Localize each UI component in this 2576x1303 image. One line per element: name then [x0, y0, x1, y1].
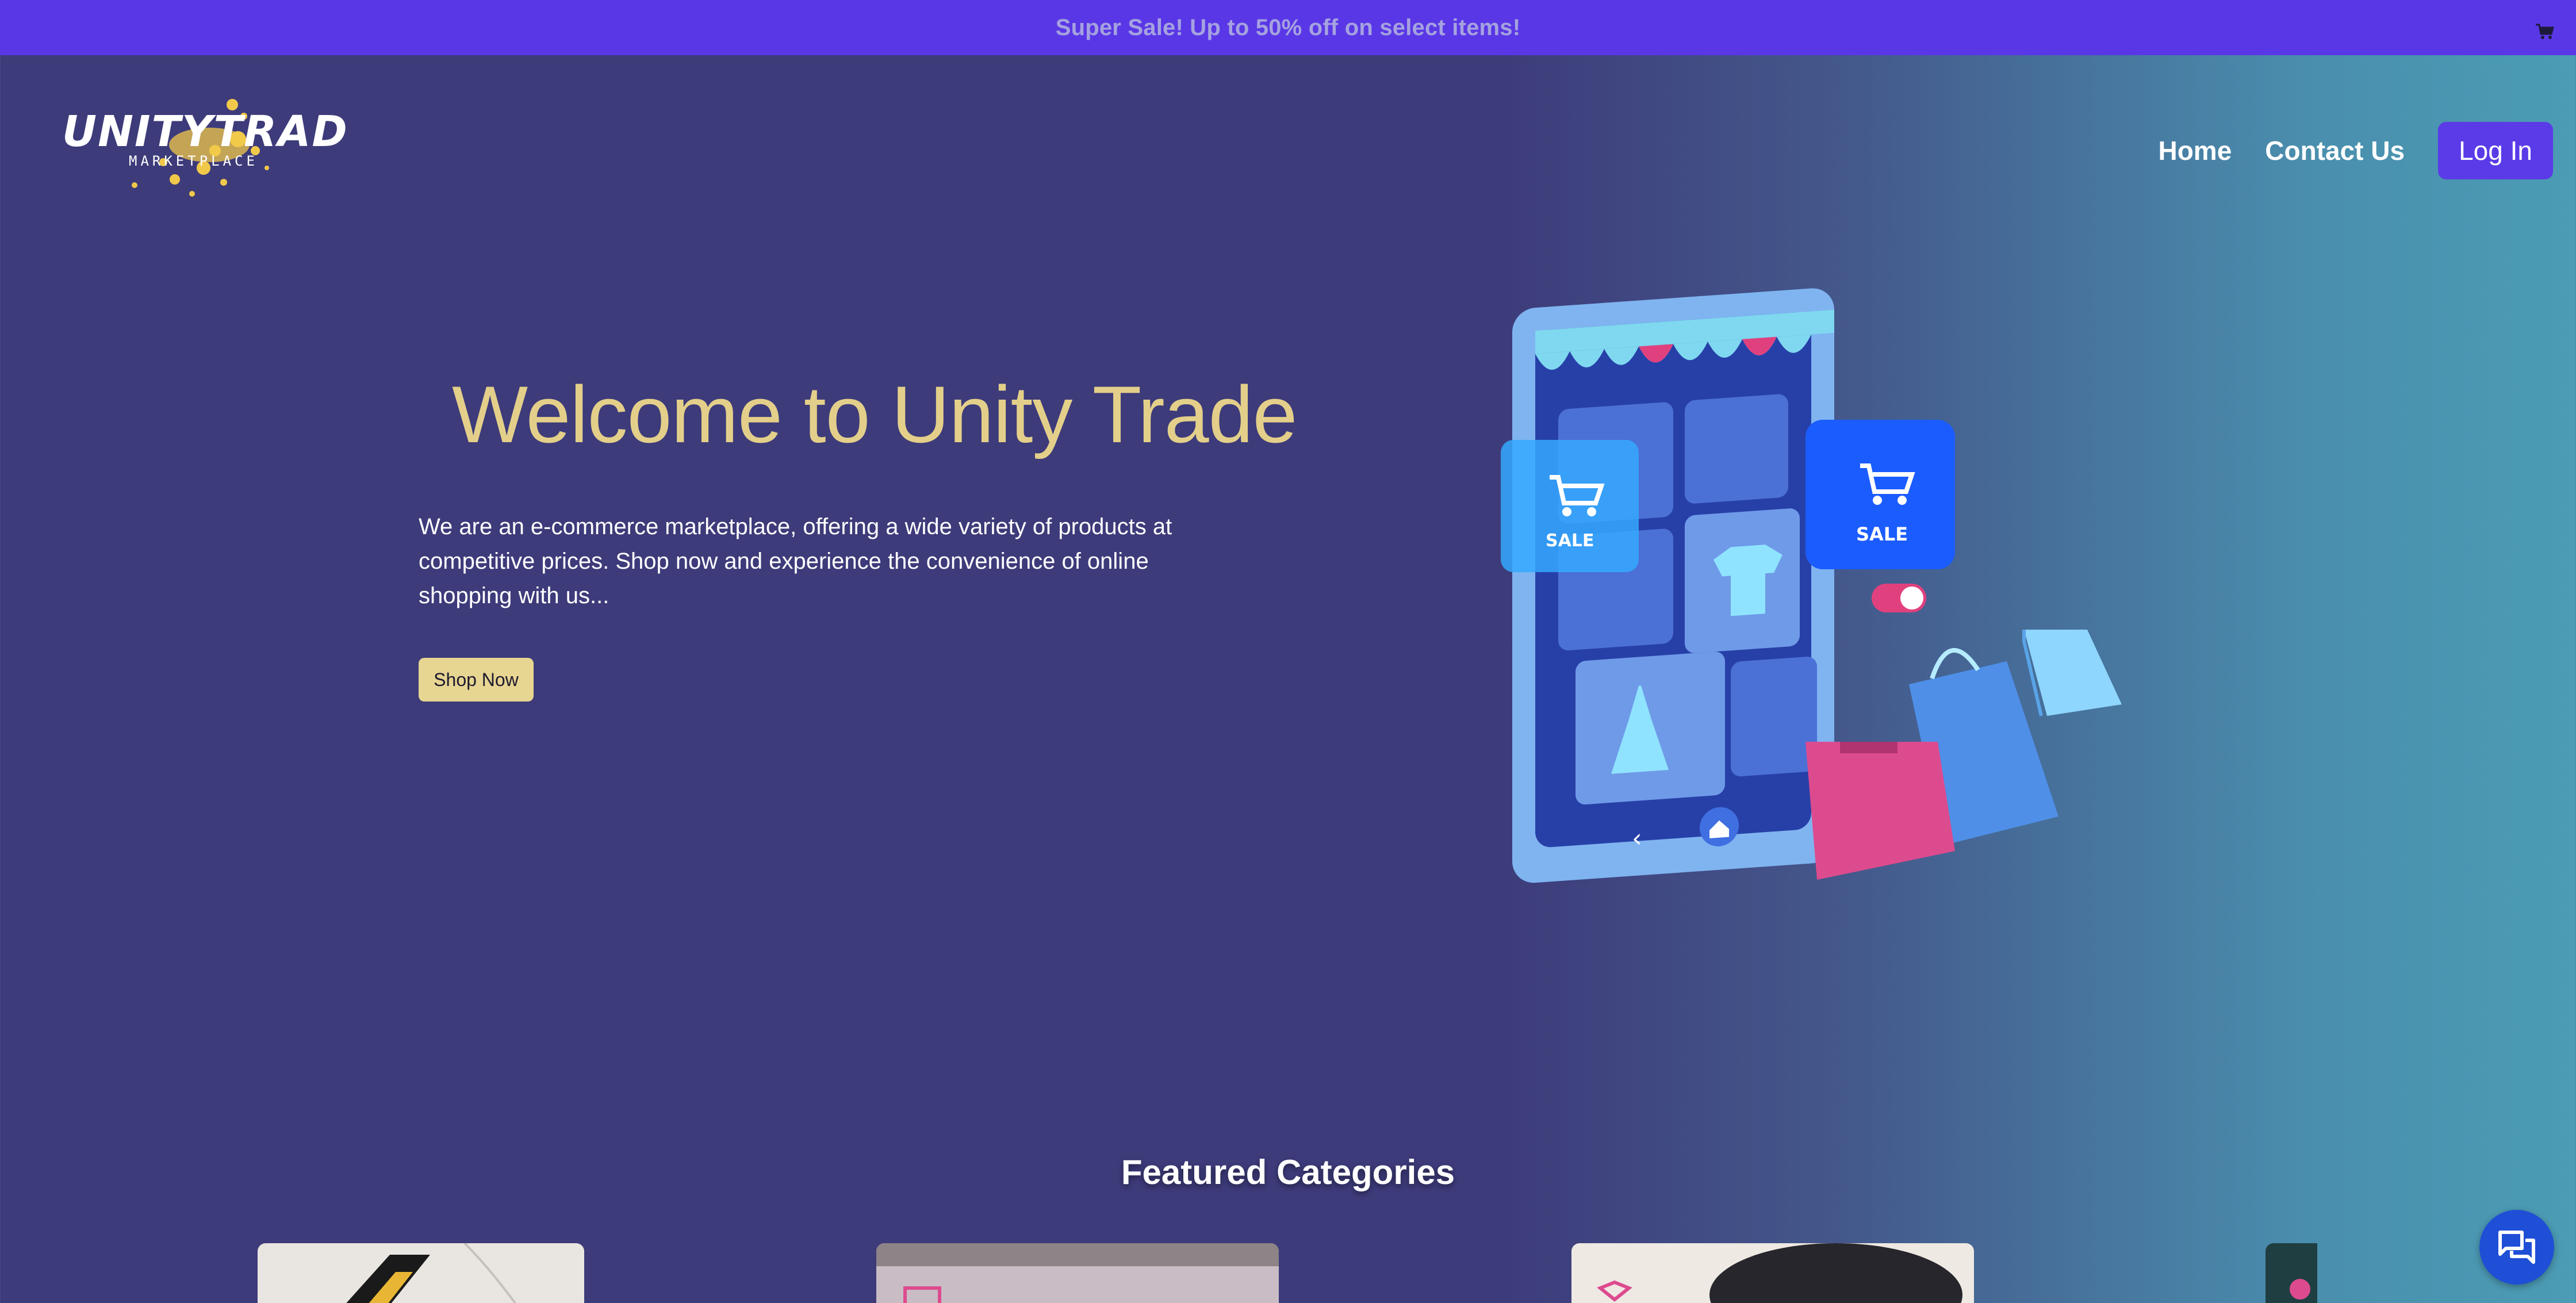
category-image: [876, 1243, 1279, 1303]
hero-description: We are an e-commerce marketplace, offeri…: [419, 514, 1172, 608]
announcement-bar: Super Sale! Up to 50% off on select item…: [0, 0, 2576, 55]
category-card[interactable]: [2266, 1243, 2317, 1303]
main-nav: Home Contact Us Log In: [2158, 122, 2553, 179]
hero-title: Welcome to Unity Trade: [452, 369, 1297, 459]
shop-now-button[interactable]: Shop Now: [419, 658, 534, 702]
featured-categories-title: Featured Categories: [1121, 1153, 1455, 1191]
category-image: [346, 1243, 517, 1303]
svg-text:‹: ‹: [1632, 823, 1642, 853]
category-card[interactable]: [876, 1243, 1279, 1303]
category-card[interactable]: [1571, 1243, 1974, 1303]
cart-icon[interactable]: [2535, 23, 2555, 40]
login-button[interactable]: Log In: [2438, 122, 2553, 179]
category-image: [2290, 1279, 2310, 1300]
hero-illustration: ‹ SALE SALE: [1501, 288, 2122, 883]
svg-text:MARKETPLACE: MARKETPLACE: [129, 153, 258, 169]
category-card[interactable]: [258, 1243, 584, 1303]
chat-button[interactable]: [2479, 1210, 2554, 1285]
nav-home[interactable]: Home: [2158, 135, 2232, 166]
chat-icon: [2498, 1231, 2535, 1264]
nav-contact-us[interactable]: Contact Us: [2265, 135, 2405, 166]
announcement-text: Super Sale! Up to 50% off on select item…: [1055, 14, 1521, 40]
category-image: [1597, 1243, 1962, 1303]
sale-badge-right: SALE: [1856, 523, 1908, 545]
sale-badge-left: SALE: [1546, 531, 1594, 551]
svg-text:UNITYTRADE: UNITYTRADE: [62, 107, 347, 156]
site-logo[interactable]: UNITYTRADE MARKETPLACE: [60, 82, 347, 202]
